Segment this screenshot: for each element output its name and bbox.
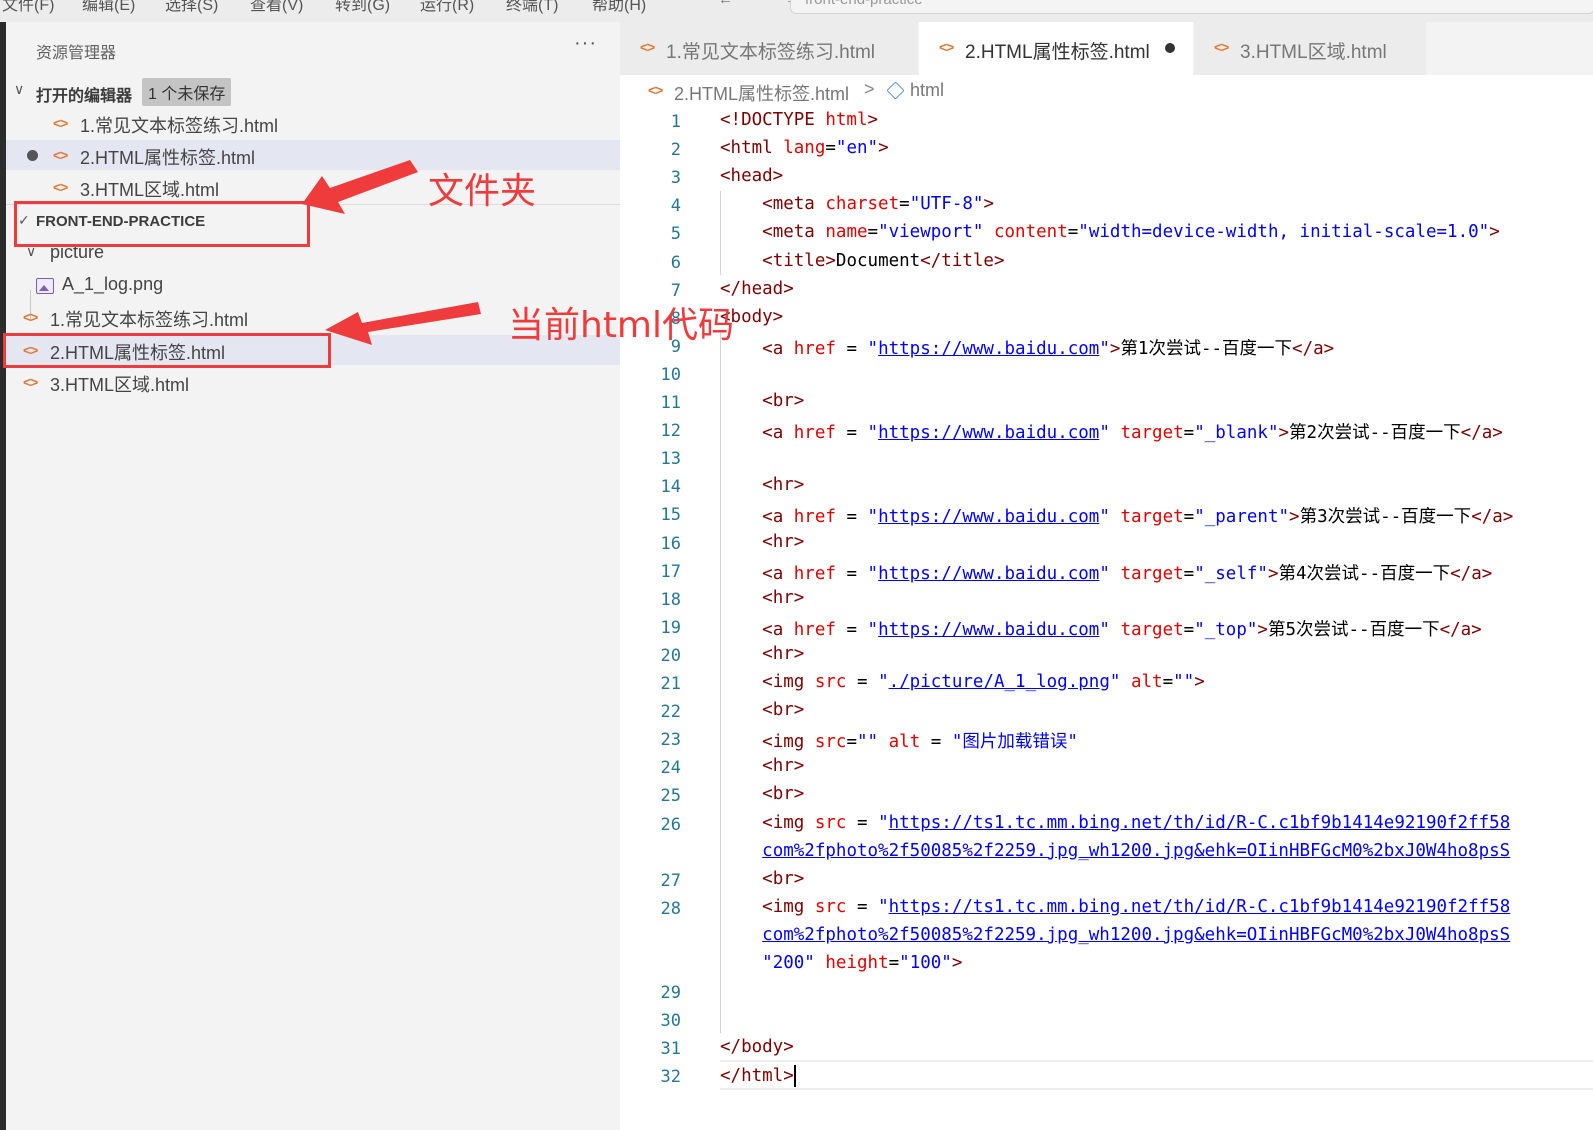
arrow-to-folder — [302, 160, 418, 214]
arrow-to-current-file — [325, 302, 481, 345]
current-html-annotation: 当前html代码 — [508, 305, 735, 346]
folder-annotation: 文件夹 — [428, 171, 537, 212]
annotation-arrows — [302, 160, 481, 345]
